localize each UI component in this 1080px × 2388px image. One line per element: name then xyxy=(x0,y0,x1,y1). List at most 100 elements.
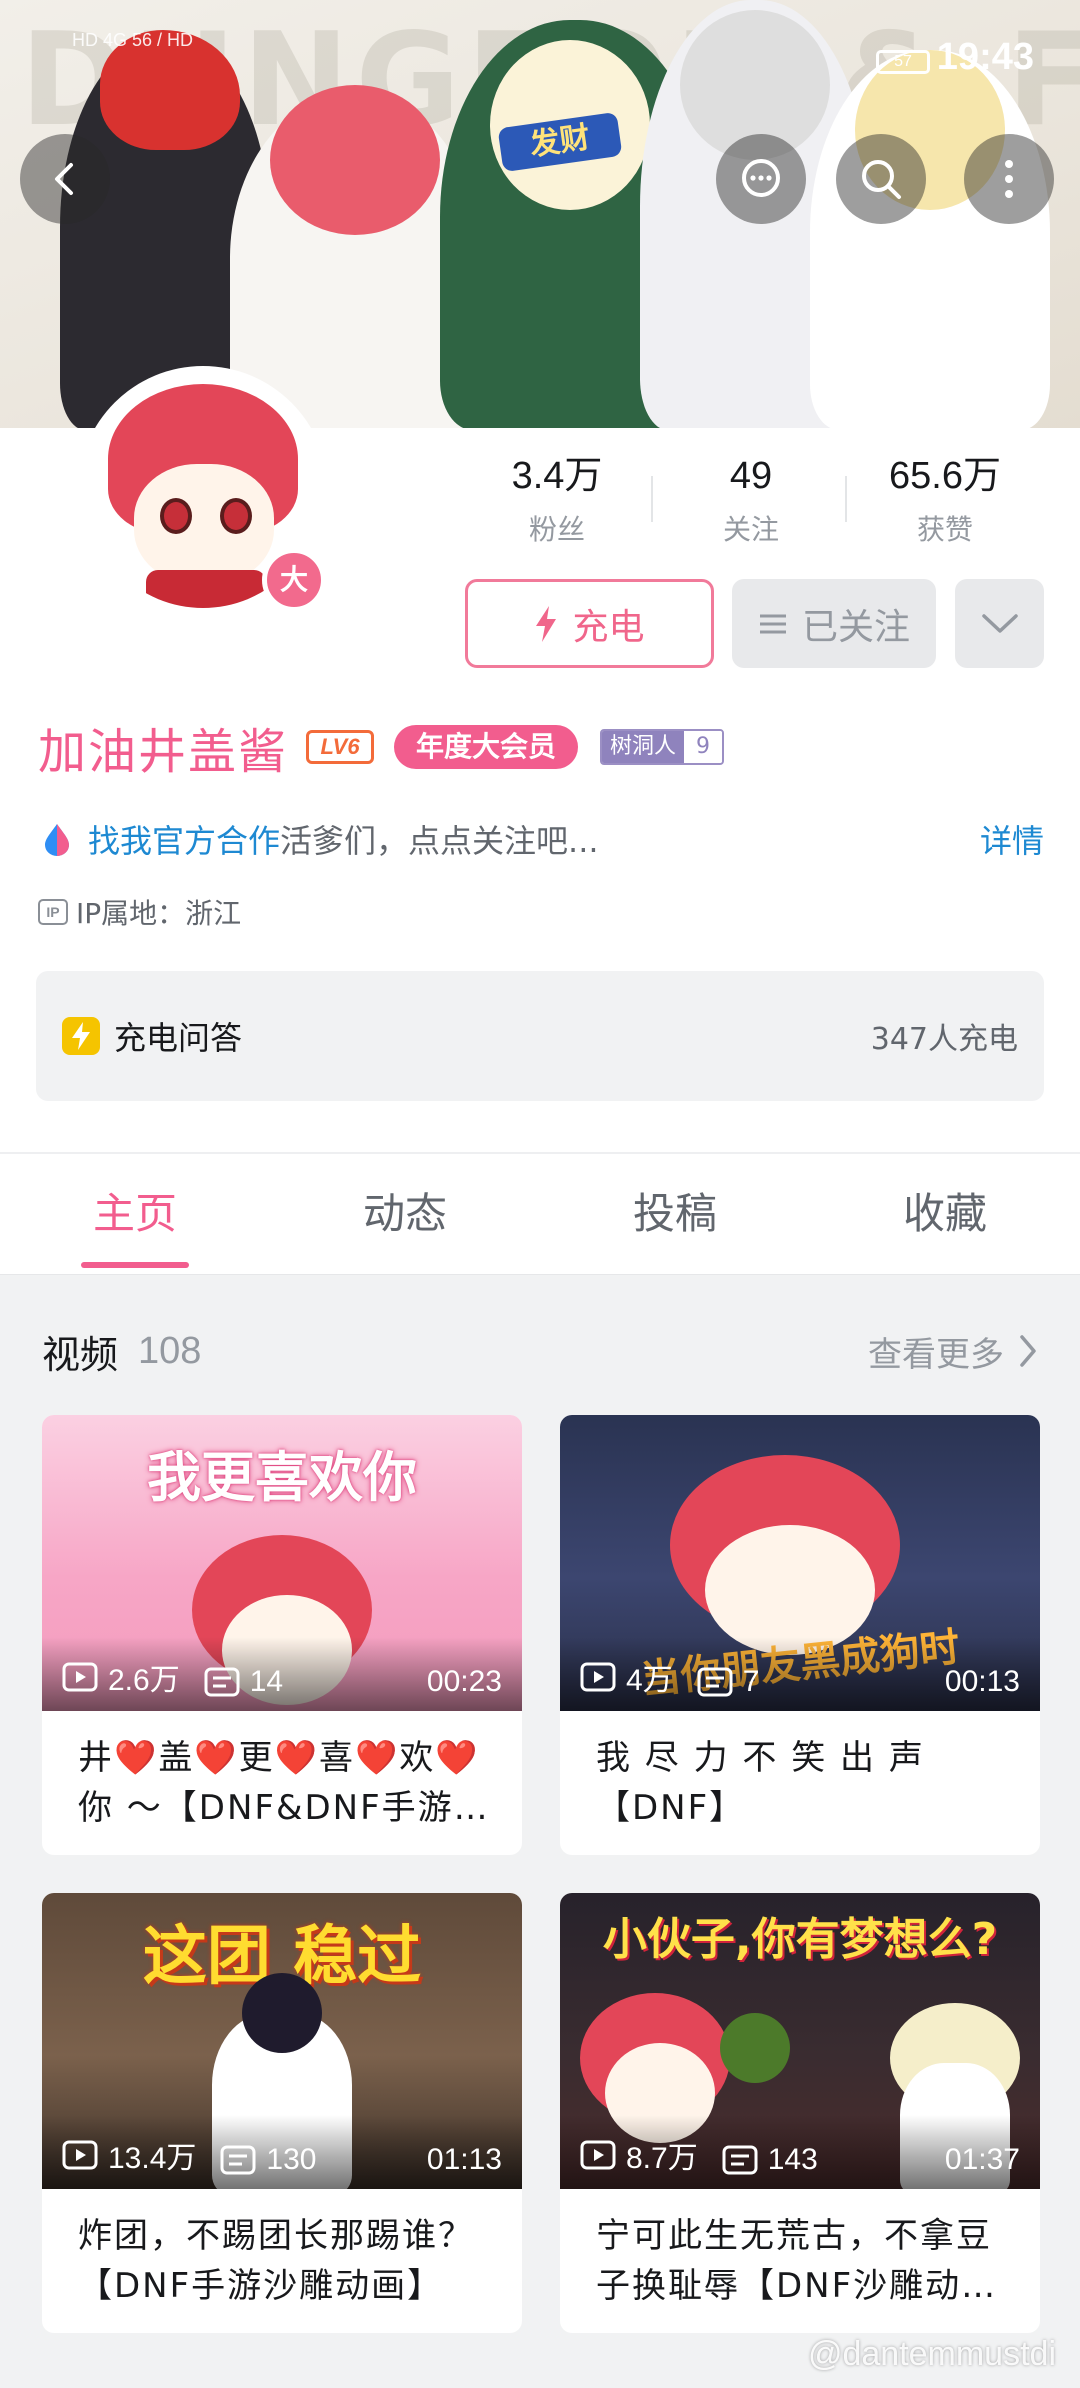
play-count-icon xyxy=(580,1662,616,1692)
profile-banner: DUNGEON & FIGHTER 发财 HD 4G 56 / HD 57 19… xyxy=(0,0,1080,428)
charge-qa-card[interactable]: 充电问答 347人充电 xyxy=(36,971,1044,1101)
video-meta: 13.4万 130 01:13 xyxy=(42,2115,522,2189)
video-meta: 8.7万 143 01:37 xyxy=(560,2115,1040,2189)
danmaku-icon xyxy=(220,2145,256,2175)
view-count: 4万 xyxy=(626,1664,673,1697)
stat-likes[interactable]: 65.6万 获赞 xyxy=(845,450,1042,560)
cooperation-drop-icon xyxy=(45,824,69,856)
stat-label: 获赞 xyxy=(916,513,973,546)
video-card[interactable]: 我更喜欢你 2.6万 14 00:23 井❤️盖❤️更❤️喜❤️欢❤️你 ～【D… xyxy=(42,1415,522,1855)
play-count-icon xyxy=(62,1662,98,1692)
section-title: 视频 xyxy=(42,1332,119,1377)
charge-qa-title: 充电问答 xyxy=(114,1019,243,1057)
danmaku-icon xyxy=(204,1667,240,1697)
video-title: 井❤️盖❤️更❤️喜❤️欢❤️你 ～【DNF&DNF手游沙雕动画】 xyxy=(78,1738,490,1828)
signal-indicator: HD 4G 56 / HD xyxy=(72,30,194,50)
danmaku-count: 7 xyxy=(742,1665,760,1698)
ip-location-text: IP属地：浙江 xyxy=(76,897,242,930)
status-time: 19:43 xyxy=(936,36,1034,78)
stat-value: 65.6万 xyxy=(889,455,1001,497)
followed-button[interactable]: 已关注 xyxy=(732,579,936,668)
message-button[interactable] xyxy=(716,134,806,224)
video-thumbnail: 当你朋友黑成狗时 4万 7 00:13 xyxy=(560,1415,1040,1711)
chat-bubble-icon xyxy=(742,159,780,197)
more-options-button[interactable] xyxy=(964,134,1054,224)
signature-row: 找我官方合作 活爹们，点点关注吧... 详情 xyxy=(40,812,1044,866)
followed-button-label: 已关注 xyxy=(801,606,910,648)
level-badge: LV6 xyxy=(306,730,375,764)
ip-icon: IP xyxy=(38,899,68,925)
profile-tabs: 主页 动态 投稿 收藏 xyxy=(0,1154,1080,1274)
tab-home[interactable]: 主页 xyxy=(0,1154,270,1274)
stat-label: 关注 xyxy=(722,513,779,546)
video-meta: 2.6万 14 00:23 xyxy=(42,1637,522,1711)
video-title: 炸团，不踢团长那踢谁？【DNF手游沙雕动画】 xyxy=(78,2216,474,2306)
play-count-icon xyxy=(62,2140,98,2170)
home-feed: 视频 108 查看更多 我更喜欢你 2.6万 14 00:23 井❤️盖❤️更❤… xyxy=(0,1274,1080,2388)
profile-stats: 3.4万 粉丝 49 关注 65.6万 获赞 xyxy=(460,450,1060,560)
charge-button[interactable]: 充电 xyxy=(465,579,714,668)
thumbnail-art-text: 小伙子,你有梦想么? xyxy=(602,1914,998,1965)
view-count: 2.6万 xyxy=(108,1664,180,1697)
videos-section-header: 视频 108 查看更多 xyxy=(42,1321,1038,1381)
stat-fans[interactable]: 3.4万 粉丝 xyxy=(460,450,654,560)
section-count: 108 xyxy=(138,1329,202,1372)
back-arrow-icon xyxy=(55,163,73,195)
danmaku-count: 14 xyxy=(249,1665,284,1698)
danmaku-count: 130 xyxy=(266,2143,317,2176)
thumbnail-art-text: 我更喜欢你 xyxy=(147,1446,417,1509)
tab-favorites[interactable]: 收藏 xyxy=(810,1154,1080,1274)
video-card[interactable]: 小伙子,你有梦想么? 8.7万 143 01:37 宁可此生无荒古，不拿豆子换耻… xyxy=(560,1893,1040,2333)
danmaku-icon xyxy=(697,1667,733,1697)
stat-label: 粉丝 xyxy=(528,513,585,546)
video-meta: 4万 7 00:13 xyxy=(560,1637,1040,1711)
fan-medal[interactable]: 树洞人 9 xyxy=(600,729,725,765)
menu-lines-icon xyxy=(759,614,786,633)
play-count-icon xyxy=(580,2140,616,2170)
official-cooperation-link[interactable]: 找我官方合作 xyxy=(88,816,280,862)
charge-count: 347人充电 xyxy=(870,1022,1018,1057)
back-button[interactable] xyxy=(20,134,110,224)
video-thumbnail: 这团 稳过 13.4万 130 01:13 xyxy=(42,1893,522,2189)
video-duration: 00:23 xyxy=(426,1665,502,1698)
view-more-button[interactable]: 查看更多 xyxy=(868,1327,1038,1376)
stat-value: 49 xyxy=(729,455,773,497)
video-thumbnail: 我更喜欢你 2.6万 14 00:23 xyxy=(42,1415,522,1711)
danmaku-count: 143 xyxy=(767,2143,818,2176)
view-count: 8.7万 xyxy=(626,2142,698,2175)
danmaku-icon xyxy=(722,2145,758,2175)
fan-medal-level: 9 xyxy=(684,731,723,763)
member-badge[interactable]: 年度大会员 xyxy=(394,725,579,769)
video-card[interactable]: 这团 稳过 13.4万 130 01:13 炸团，不踢团长那踢谁？【DNF手游沙… xyxy=(42,1893,522,2333)
video-title: 宁可此生无荒古，不拿豆子换耻辱【DNF沙雕动画】 xyxy=(596,2216,992,2306)
video-card[interactable]: 当你朋友黑成狗时 4万 7 00:13 我 尽 力 不 笑 出 声 【DNF】 xyxy=(560,1415,1040,1855)
video-title: 我 尽 力 不 笑 出 声 【DNF】 xyxy=(596,1738,925,1828)
banner-character xyxy=(810,50,1050,428)
recommend-dropdown-button[interactable] xyxy=(955,579,1044,668)
video-duration: 01:13 xyxy=(426,2143,502,2176)
more-vertical-icon xyxy=(1005,160,1013,198)
video-thumbnail: 小伙子,你有梦想么? 8.7万 143 01:37 xyxy=(560,1893,1040,2189)
lightning-icon xyxy=(536,605,557,642)
tab-dynamics[interactable]: 动态 xyxy=(270,1154,540,1274)
ip-location: IP IP属地：浙江 xyxy=(38,892,241,932)
chevron-right-icon xyxy=(1020,1335,1036,1367)
video-duration: 00:13 xyxy=(944,1665,1020,1698)
tab-uploads[interactable]: 投稿 xyxy=(540,1154,810,1274)
stat-following[interactable]: 49 关注 xyxy=(651,450,848,560)
battery-icon: 57 xyxy=(876,50,930,74)
video-duration: 01:37 xyxy=(944,2143,1020,2176)
search-button[interactable] xyxy=(836,134,926,224)
status-bar: HD 4G 56 / HD 57 19:43 xyxy=(0,0,1080,90)
vip-avatar-badge: 大 xyxy=(262,548,326,612)
charge-button-label: 充电 xyxy=(572,606,645,648)
view-more-label: 查看更多 xyxy=(868,1334,1004,1375)
fan-medal-name: 树洞人 xyxy=(602,731,685,763)
stat-value: 3.4万 xyxy=(511,455,603,497)
details-link[interactable]: 详情 xyxy=(980,816,1044,862)
view-count: 13.4万 xyxy=(108,2142,197,2175)
watermark: @dantemmustdi xyxy=(807,2335,1056,2373)
username[interactable]: 加油井盖酱 xyxy=(38,712,288,782)
signature-text: 活爹们，点点关注吧... xyxy=(280,822,599,860)
search-icon xyxy=(862,160,901,199)
